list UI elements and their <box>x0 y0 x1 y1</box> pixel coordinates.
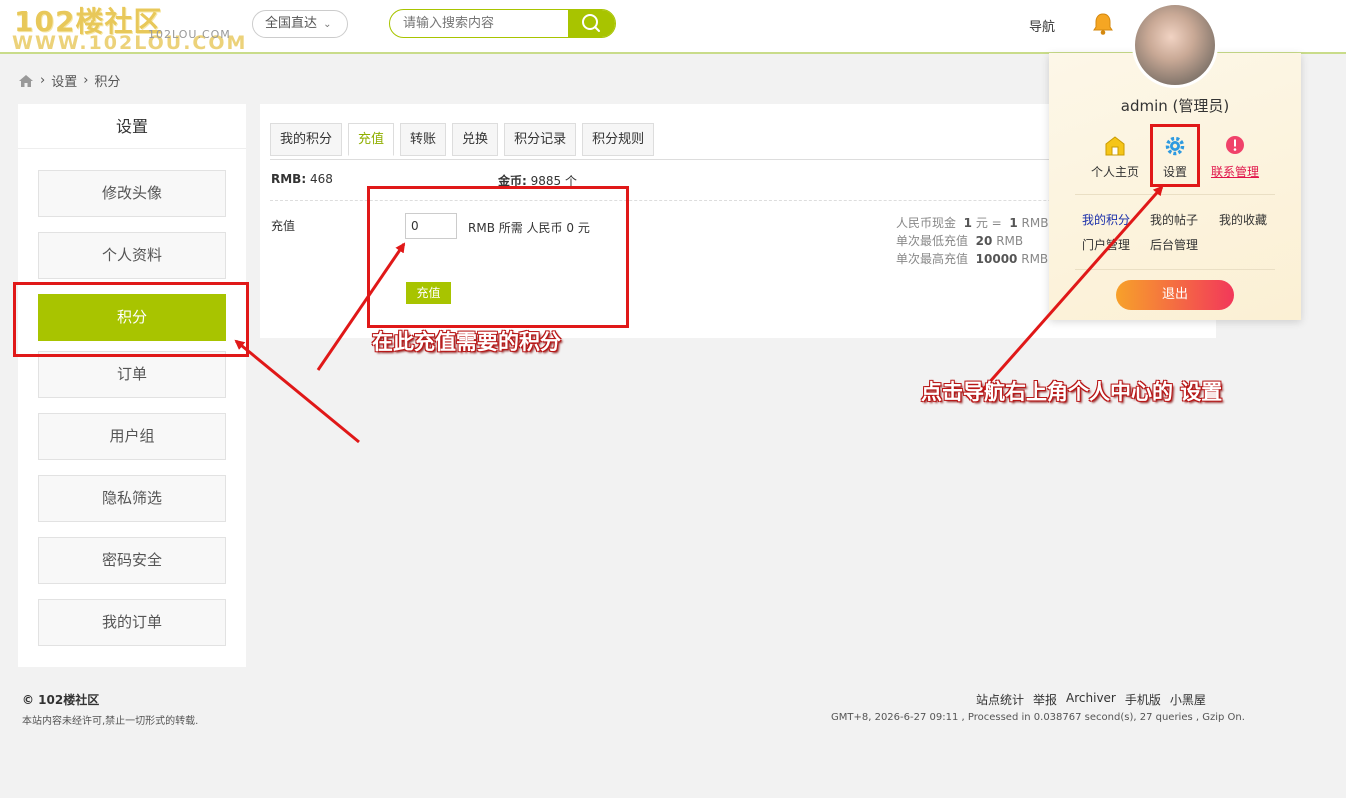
rule-label: 人民币现金 <box>896 216 957 230</box>
rmb-balance: RMB: 468 <box>271 172 333 186</box>
link-portal-admin[interactable]: 门户管理 <box>1082 236 1130 253</box>
nav-link[interactable]: 导航 <box>1029 16 1055 35</box>
dropdown-divider <box>1075 269 1275 270</box>
sidebar-item-usergroup[interactable]: 用户组 <box>38 413 226 460</box>
footer-link-report[interactable]: 举报 <box>1033 691 1057 708</box>
footer-note: 本站内容未经许可,禁止一切形式的转载. <box>22 716 199 727</box>
sidebar-item-avatar[interactable]: 修改头像 <box>38 170 226 217</box>
tab-my-points[interactable]: 我的积分 <box>270 123 343 156</box>
link-backend-admin[interactable]: 后台管理 <box>1150 236 1198 253</box>
highlight-recharge-form <box>367 186 629 328</box>
breadcrumb-item-points: 积分 <box>94 75 121 90</box>
rule-value: 1 <box>1009 216 1018 230</box>
footer-link-archiver[interactable]: Archiver <box>1066 691 1116 708</box>
logout-button[interactable]: 退出 <box>1116 280 1234 310</box>
rule-min-recharge: 单次最低充值 20 RMB <box>896 232 1048 250</box>
rule-value: 1 <box>963 216 973 230</box>
breadcrumb-separator: › <box>40 73 46 88</box>
footer-link-stats[interactable]: 站点统计 <box>976 691 1024 708</box>
breadcrumb-separator: › <box>83 73 89 88</box>
dropdown-divider <box>1075 194 1275 195</box>
search-icon <box>582 14 600 32</box>
region-label: 全国直达 <box>265 16 318 31</box>
highlight-points-item <box>13 282 249 357</box>
tab-points-log[interactable]: 积分记录 <box>504 123 577 156</box>
breadcrumb: › 设置 › 积分 <box>18 71 120 90</box>
sidebar-item-privacy[interactable]: 隐私筛选 <box>38 475 226 522</box>
rmb-value: 468 <box>309 172 333 186</box>
link-my-favorites[interactable]: 我的收藏 <box>1219 211 1267 228</box>
recharge-rules: 人民币现金 1 元 = 1 RMB 单次最低充值 20 RMB 单次最高充值 1… <box>896 214 1048 268</box>
rule-text: 元 = <box>975 216 1002 230</box>
rule-label: 单次最低充值 <box>896 234 969 248</box>
home-page-label: 个人主页 <box>1090 165 1139 179</box>
sidebar-title: 设置 <box>18 104 246 149</box>
annotation-settings-note: 点击导航右上角个人中心的 设置 <box>921 380 1223 404</box>
chevron-down-icon: ⌄ <box>323 19 332 30</box>
avatar[interactable] <box>1132 2 1218 88</box>
annotation-recharge-note: 在此充值需要的积分 <box>372 330 561 354</box>
house-icon <box>1105 136 1125 156</box>
footer-links: 站点统计 举报 Archiver 手机版 小黑屋 <box>976 691 1206 708</box>
site-logo[interactable]: 102楼社区 WWW.102LOU.COM 102LOU.COM <box>8 2 245 54</box>
search-box <box>389 9 616 38</box>
user-name: admin (管理员) <box>1120 97 1230 115</box>
rule-value: 10000 <box>975 252 1018 266</box>
footer-info: GMT+8, 2026-6-27 09:11 , Processed in 0.… <box>831 712 1245 723</box>
alert-icon <box>1226 136 1244 154</box>
arrow-to-points-item <box>234 339 360 444</box>
footer-link-mobile[interactable]: 手机版 <box>1125 691 1161 708</box>
region-select[interactable]: 全国直达 ⌄ <box>252 10 348 38</box>
link-my-posts[interactable]: 我的帖子 <box>1150 211 1198 228</box>
sidebar-item-orders[interactable]: 订单 <box>38 351 226 398</box>
tab-recharge[interactable]: 充值 <box>348 123 395 156</box>
tab-transfer[interactable]: 转账 <box>400 123 447 156</box>
rule-label: 单次最高充值 <box>896 252 969 266</box>
contact-admin-label: 联系管理 <box>1210 165 1259 179</box>
points-tabs: 我的积分 充值 转账 兑换 积分记录 积分规则 <box>270 123 655 156</box>
rule-unit: RMB <box>1021 252 1049 266</box>
highlight-settings-icon <box>1150 124 1200 187</box>
contact-admin-link[interactable]: 联系管理 <box>1205 135 1265 180</box>
breadcrumb-item-settings[interactable]: 设置 <box>51 71 77 90</box>
rule-unit: RMB <box>1021 216 1049 230</box>
search-button[interactable] <box>568 10 615 37</box>
footer-link-blackroom[interactable]: 小黑屋 <box>1170 691 1206 708</box>
rule-value: 20 <box>975 234 993 248</box>
settings-sidebar: 设置 修改头像 个人资料 积分 订单 用户组 隐私筛选 密码安全 我的订单 <box>18 104 246 667</box>
rule-exchange-rate: 人民币现金 1 元 = 1 RMB <box>896 214 1048 232</box>
sidebar-item-password[interactable]: 密码安全 <box>38 537 226 584</box>
tab-points-rules[interactable]: 积分规则 <box>582 123 655 156</box>
search-input[interactable] <box>390 10 570 37</box>
home-icon[interactable] <box>18 74 34 88</box>
sidebar-item-profile[interactable]: 个人资料 <box>38 232 226 279</box>
rule-max-recharge: 单次最高充值 10000 RMB <box>896 250 1048 268</box>
bell-icon[interactable] <box>1090 11 1116 37</box>
home-page-link[interactable]: 个人主页 <box>1085 135 1145 180</box>
link-my-points[interactable]: 我的积分 <box>1082 211 1130 228</box>
logo-small: 102LOU.COM <box>148 28 231 41</box>
tab-exchange[interactable]: 兑换 <box>452 123 499 156</box>
recharge-label: 充值 <box>271 219 296 233</box>
footer-brand: © 102楼社区 <box>22 693 100 707</box>
rule-unit: RMB <box>996 234 1024 248</box>
sidebar-item-my-orders[interactable]: 我的订单 <box>38 599 226 646</box>
rmb-label: RMB: <box>271 172 307 186</box>
